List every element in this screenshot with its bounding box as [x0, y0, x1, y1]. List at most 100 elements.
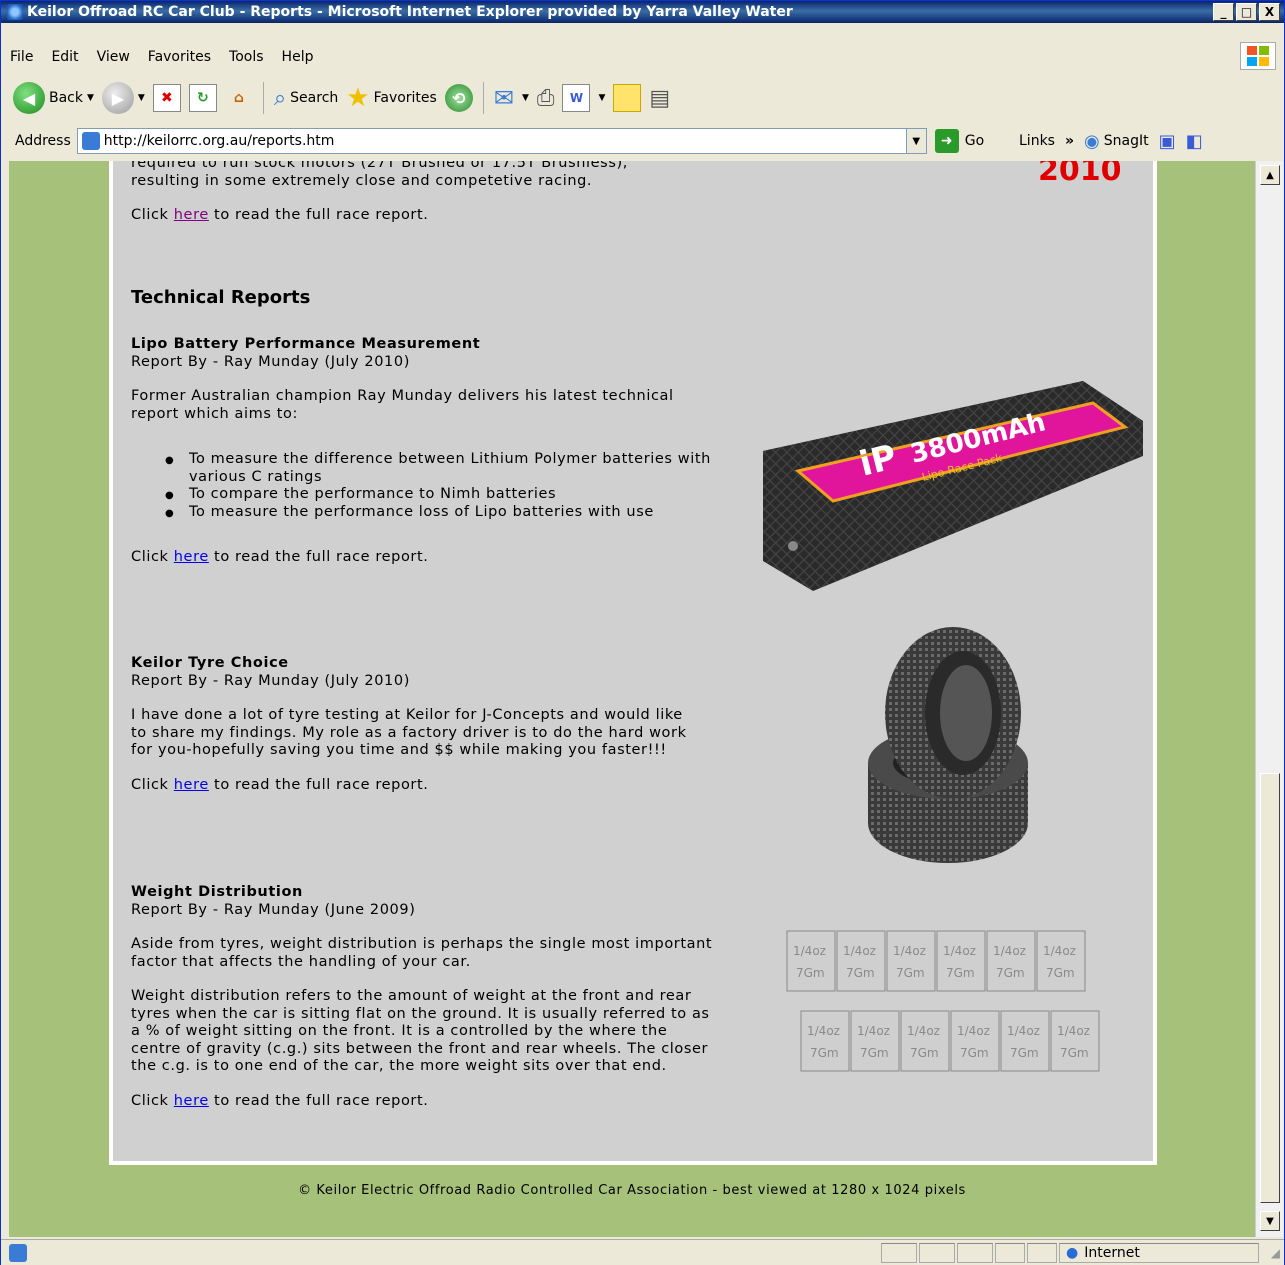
- weight-label-top: 1/4oz: [807, 1024, 840, 1038]
- menu-edit[interactable]: Edit: [42, 49, 87, 65]
- ie-icon: [7, 4, 23, 20]
- weight-block: [850, 1010, 900, 1072]
- top-text-line2: resulting in some extremely close and co…: [131, 172, 593, 189]
- scroll-thumb[interactable]: [1260, 773, 1280, 1203]
- snagit-edit-icon[interactable]: ◧: [1186, 131, 1203, 152]
- links-button[interactable]: Links: [1019, 133, 1055, 149]
- weight-p1-line2: factor that affects the handling of your…: [131, 953, 471, 970]
- refresh-icon[interactable]: ↻: [188, 84, 217, 112]
- tyre-report: Keilor Tyre Choice Report By - Ray Munda…: [131, 655, 687, 794]
- tyre-report-title: Keilor Tyre Choice: [131, 655, 289, 671]
- links-chevron-icon[interactable]: »: [1065, 133, 1074, 149]
- weight-report-byline: Report By - Ray Munday (June 2009): [131, 901, 416, 918]
- weight-label-top: 1/4oz: [843, 944, 876, 958]
- maximize-button[interactable]: □: [1236, 3, 1257, 21]
- weight-label-bottom: 7Gm: [1010, 1046, 1039, 1060]
- snagit-label: SnagIt: [1103, 133, 1149, 149]
- lipo-bullet-list: To measure the difference between Lithiu…: [131, 451, 711, 521]
- browser-window: Keilor Offroad RC Car Club - Reports - M…: [0, 0, 1285, 1265]
- weight-label-top: 1/4oz: [1043, 944, 1076, 958]
- weight-report-link[interactable]: here: [174, 1093, 209, 1109]
- weight-label-top: 1/4oz: [857, 1024, 890, 1038]
- weight-label-bottom: 7Gm: [810, 1046, 839, 1060]
- click-prefix: Click: [131, 207, 174, 223]
- menu-help[interactable]: Help: [273, 49, 323, 65]
- home-icon[interactable]: ⌂: [225, 84, 253, 112]
- click-prefix: Click: [131, 776, 174, 793]
- click-prefix: Click: [131, 549, 174, 565]
- menu-file[interactable]: File: [1, 49, 42, 65]
- scroll-up-icon[interactable]: ▲: [1260, 165, 1280, 185]
- edit-word-icon[interactable]: W: [562, 84, 591, 112]
- minimize-button[interactable]: _: [1213, 3, 1234, 21]
- weight-block: [900, 1010, 950, 1072]
- close-button[interactable]: X: [1259, 3, 1280, 21]
- menu-view[interactable]: View: [88, 49, 139, 65]
- back-dropdown-icon[interactable]: ▼: [87, 93, 94, 103]
- tyre-image: [858, 623, 1028, 883]
- snagit-button[interactable]: ◉ SnagIt: [1084, 131, 1149, 152]
- address-input[interactable]: http://keilorrc.org.au/reports.htm ▼: [76, 128, 927, 154]
- race-report-link[interactable]: here: [174, 207, 209, 223]
- search-button[interactable]: ⌕ Search: [274, 86, 338, 111]
- go-button[interactable]: ➜ Go: [934, 129, 984, 153]
- back-button[interactable]: ◀ Back ▼: [13, 82, 94, 114]
- weight-label-top: 1/4oz: [993, 944, 1026, 958]
- status-bar: ● Internet ◢: [1, 1239, 1284, 1265]
- weight-label-top: 1/4oz: [793, 944, 826, 958]
- page-viewport: 2010 required to run stock motors (27T B…: [9, 161, 1255, 1237]
- lipo-report-link[interactable]: here: [174, 549, 209, 565]
- address-dropdown-icon[interactable]: ▼: [905, 129, 926, 153]
- toolbar-separator: [262, 82, 264, 114]
- stop-icon[interactable]: ✖: [152, 84, 181, 112]
- click-suffix: to read the full race report.: [208, 1092, 429, 1109]
- list-item: To measure the difference between Lithiu…: [131, 451, 711, 486]
- research-icon[interactable]: ▤: [649, 86, 670, 111]
- history-icon[interactable]: ⟲: [444, 84, 473, 112]
- edit-dropdown-icon[interactable]: ▼: [598, 93, 605, 103]
- mail-icon[interactable]: ✉: [494, 84, 514, 112]
- back-arrow-icon: ◀: [13, 82, 45, 114]
- favorites-label: Favorites: [373, 90, 437, 106]
- mail-dropdown-icon[interactable]: ▼: [522, 93, 529, 103]
- favorites-button[interactable]: ★ Favorites: [346, 83, 437, 113]
- weight-block: [986, 930, 1036, 992]
- weight-label-top: 1/4oz: [1007, 1024, 1040, 1038]
- tyre-report-link[interactable]: here: [174, 777, 209, 793]
- scroll-down-icon[interactable]: ▼: [1260, 1211, 1280, 1231]
- weight-label-bottom: 7Gm: [996, 966, 1025, 980]
- tyre-report-byline: Report By - Ray Munday (July 2010): [131, 672, 410, 689]
- click-suffix: to read the full race report.: [208, 207, 429, 223]
- lipo-intro-line1: Former Australian champion Ray Munday de…: [131, 388, 674, 404]
- status-zone: ● Internet: [1059, 1243, 1259, 1263]
- notes-icon[interactable]: [613, 84, 642, 112]
- weight-label-bottom: 7Gm: [796, 966, 825, 980]
- status-cell: [881, 1243, 917, 1263]
- list-item: To compare the performance to Nimh batte…: [131, 486, 711, 504]
- bullet-text-cont: various C ratings: [189, 468, 323, 485]
- standard-toolbar: ◀ Back ▼ ▶ ▼ ✖ ↻ ⌂ ⌕ Search ★ Favorites …: [1, 75, 1284, 121]
- vertical-scrollbar[interactable]: ▲ ▼: [1255, 161, 1283, 1237]
- click-suffix: to read the full race report.: [208, 549, 429, 565]
- print-icon[interactable]: ⎙: [537, 86, 555, 111]
- forward-dropdown-icon[interactable]: ▼: [138, 93, 145, 103]
- lipo-report-link-line: Click here to read the full race report.: [131, 549, 711, 567]
- snagit-capture-icon[interactable]: ▣: [1159, 131, 1176, 152]
- status-cell: [995, 1243, 1025, 1263]
- tyre-body-line3: for you-hopefully saving you time and $$…: [131, 742, 667, 758]
- tyre-body-line2: to share my findings. My role as a facto…: [131, 724, 687, 741]
- forward-button[interactable]: ▶ ▼: [101, 82, 145, 114]
- zone-label: Internet: [1084, 1245, 1140, 1261]
- address-url[interactable]: http://keilorrc.org.au/reports.htm: [104, 133, 335, 149]
- tyre-report-link-line: Click here to read the full race report.: [131, 777, 687, 795]
- address-label: Address: [15, 133, 71, 149]
- tyre-body-line1: I have done a lot of tyre testing at Kei…: [131, 707, 683, 723]
- menu-tools[interactable]: Tools: [220, 49, 273, 65]
- status-cell: [919, 1243, 955, 1263]
- click-prefix: Click: [131, 1092, 174, 1109]
- links-toolbar: Links » ◉ SnagIt ▣ ◧: [1019, 125, 1203, 157]
- resize-grip-icon[interactable]: ◢: [1271, 1246, 1280, 1260]
- weight-label-top: 1/4oz: [893, 944, 926, 958]
- search-label: Search: [290, 90, 339, 106]
- menu-favorites[interactable]: Favorites: [139, 49, 220, 65]
